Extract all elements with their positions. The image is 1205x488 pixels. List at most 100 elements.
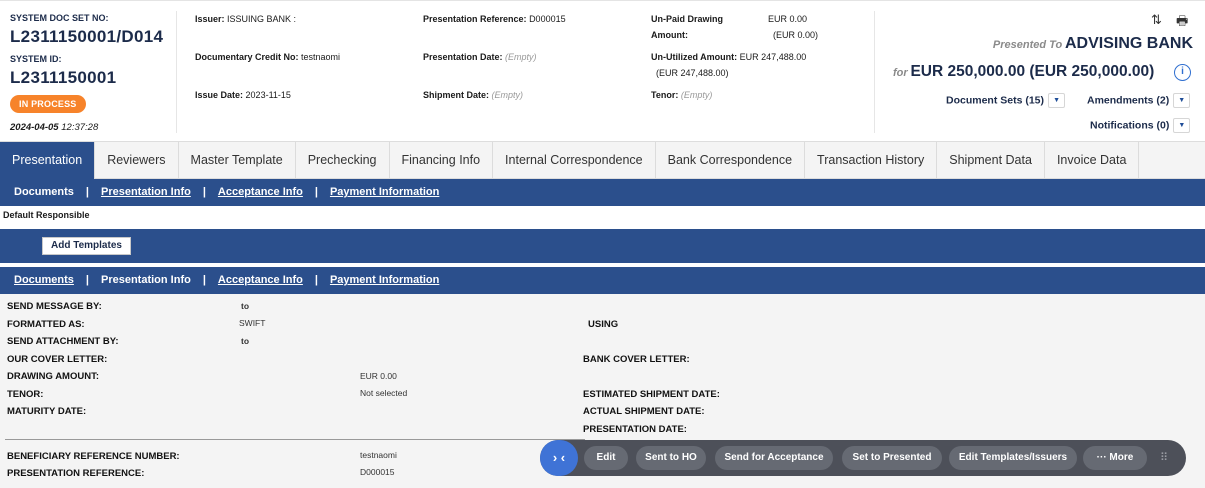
notifications-dropdown[interactable]: Notifications (0) ▼ [1090,118,1191,133]
unutil-field: Un-Utilized Amount: EUR 247,488.00 [651,52,806,62]
ship-date-value: (Empty) [491,90,524,100]
nav-separator: | [85,186,89,198]
document-sets-label: Document Sets (15) [946,94,1045,107]
nav-presentation-info[interactable]: Presentation Info [101,274,191,286]
send-for-acceptance-button[interactable]: Send for Acceptance [715,446,833,470]
section-nav-bottom: Documents | Presentation Info | Acceptance I… [0,267,1205,294]
issuer-value: ISSUING BANK : [227,14,297,24]
column-divider [874,11,875,133]
dc-no-value: testnaomi [301,52,341,62]
tab-shipment-data[interactable]: Shipment Data [937,142,1045,179]
formatted-as-value[interactable]: SWIFT [239,318,265,328]
estimated-shipment-date-label: ESTIMATED SHIPMENT DATE: [583,389,720,400]
timestamp: 2024-04-05 12:37:28 [10,122,98,133]
edit-templates-issuers-button[interactable]: Edit Templates/Issuers [949,446,1077,470]
ship-date-field: Shipment Date: (Empty) [423,90,523,100]
pres-ref-label: Presentation Reference: [423,14,527,24]
nav-payment-information[interactable]: Payment Information [330,186,439,198]
drag-handle-icon[interactable]: ⠿ [1156,450,1172,466]
tenor-label: TENOR: [7,389,44,400]
beneficiary-ref-value: testnaomi [360,450,397,460]
send-message-to: to [241,301,250,311]
tab-prechecking[interactable]: Prechecking [296,142,390,179]
tab-transaction-history[interactable]: Transaction History [805,142,938,179]
notifications-label: Notifications (0) [1090,119,1170,132]
document-sets-dropdown[interactable]: Document Sets (15) ▼ [946,93,1066,108]
nav-separator: | [314,186,318,198]
issue-date-label: Issue Date: [195,90,244,100]
presentation-ref-value: D000015 [360,467,395,477]
unutil-label: Un-Utilized Amount: [651,52,738,62]
nav-separator: | [85,274,89,286]
add-templates-button[interactable]: Add Templates [42,237,131,255]
nav-separator: | [202,274,206,286]
tab-invoice-data[interactable]: Invoice Data [1045,142,1140,179]
nav-documents[interactable]: Documents [14,186,74,198]
tenor-field: Tenor: (Empty) [651,90,712,100]
sort-icon[interactable]: ⇅ [1151,12,1162,28]
unpaid-value-2: (EUR 0.00) [773,30,819,40]
status-badge: IN PROCESS [10,95,86,113]
default-responsible-label: Default Responsible [3,210,90,220]
print-icon[interactable]: 🖶 [1176,12,1188,34]
nav-acceptance-info[interactable]: Acceptance Info [218,186,303,198]
more-button[interactable]: ··· More [1083,446,1147,470]
tenor-label: Tenor: [651,90,679,100]
info-icon[interactable]: i [1174,64,1191,81]
pres-date-field: Presentation Date: (Empty) [423,52,537,62]
pres-ref-field: Presentation Reference: D000015 [423,14,566,24]
tab-master-template[interactable]: Master Template [179,142,296,179]
send-message-by-label: SEND MESSAGE BY: [7,301,102,312]
amendments-label: Amendments (2) [1087,94,1170,107]
nav-separator: | [202,186,206,198]
nav-payment-information[interactable]: Payment Information [330,274,439,286]
maturity-date-label: MATURITY DATE: [7,406,87,417]
drawing-amount-label: DRAWING AMOUNT: [7,371,99,382]
pres-date-value: (Empty) [505,52,537,62]
system-id-label: SYSTEM ID: [10,54,62,64]
for-value: EUR 250,000.00 (EUR 250,000.00) [910,63,1155,80]
unpaid-label-1: Un-Paid Drawing [651,14,724,24]
unpaid-label-2: Amount: [651,30,688,40]
for-label: for [893,67,908,79]
tab-financing-info[interactable]: Financing Info [390,142,494,179]
issue-date-field: Issue Date: 2023-11-15 [195,90,291,100]
tenor-value: (Empty) [680,90,713,100]
tab-presentation[interactable]: Presentation [0,142,96,179]
tab-reviewers[interactable]: Reviewers [95,142,179,179]
nav-documents[interactable]: Documents [14,274,74,286]
timestamp-date: 2024-04-05 [10,122,59,133]
dc-no-label: Documentary Credit No: [195,52,299,62]
formatted-as-label: FORMATTED AS: [7,319,85,330]
nav-acceptance-info[interactable]: Acceptance Info [218,274,303,286]
pres-date-label: Presentation Date: [423,52,503,62]
presentation-amount: for EUR 250,000.00 (EUR 250,000.00) [893,63,1154,81]
tenor-value[interactable]: Not selected [360,388,407,398]
tab-internal-correspondence[interactable]: Internal Correspondence [493,142,656,179]
edit-button[interactable]: Edit [584,446,628,470]
tab-bank-correspondence[interactable]: Bank Correspondence [656,142,806,179]
collapse-toggle-button[interactable]: › ‹ [540,440,578,476]
bank-cover-letter-label: BANK COVER LETTER: [583,354,690,365]
column-divider [176,11,177,133]
chevron-down-icon[interactable]: ▼ [1173,93,1191,108]
system-doc-set-no: L2311150001/D014 [10,27,164,46]
sent-to-ho-button[interactable]: Sent to HO [636,446,706,470]
presented-to: Presented To ADVISING BANK [993,35,1193,53]
issuer-field: Issuer: ISSUING BANK : [195,14,296,24]
nav-separator: | [314,274,318,286]
system-id: L2311150001 [10,68,117,87]
pres-ref-value: D000015 [529,14,566,24]
nav-presentation-info[interactable]: Presentation Info [101,186,191,198]
chevron-down-icon[interactable]: ▼ [1048,93,1066,108]
timestamp-time: 12:37:28 [61,122,99,133]
send-attachment-to: to [241,336,250,346]
issuer-label: Issuer: [195,14,225,24]
presentation-date-label: PRESENTATION DATE: [583,424,687,435]
amendments-dropdown[interactable]: Amendments (2) ▼ [1087,93,1191,108]
set-to-presented-button[interactable]: Set to Presented [842,446,942,470]
dc-no-field: Documentary Credit No: testnaomi [195,52,340,62]
beneficiary-ref-label: BENEFICIARY REFERENCE NUMBER: [7,451,180,462]
system-doc-set-no-label: SYSTEM DOC SET NO: [10,13,109,23]
chevron-down-icon[interactable]: ▼ [1173,118,1191,133]
